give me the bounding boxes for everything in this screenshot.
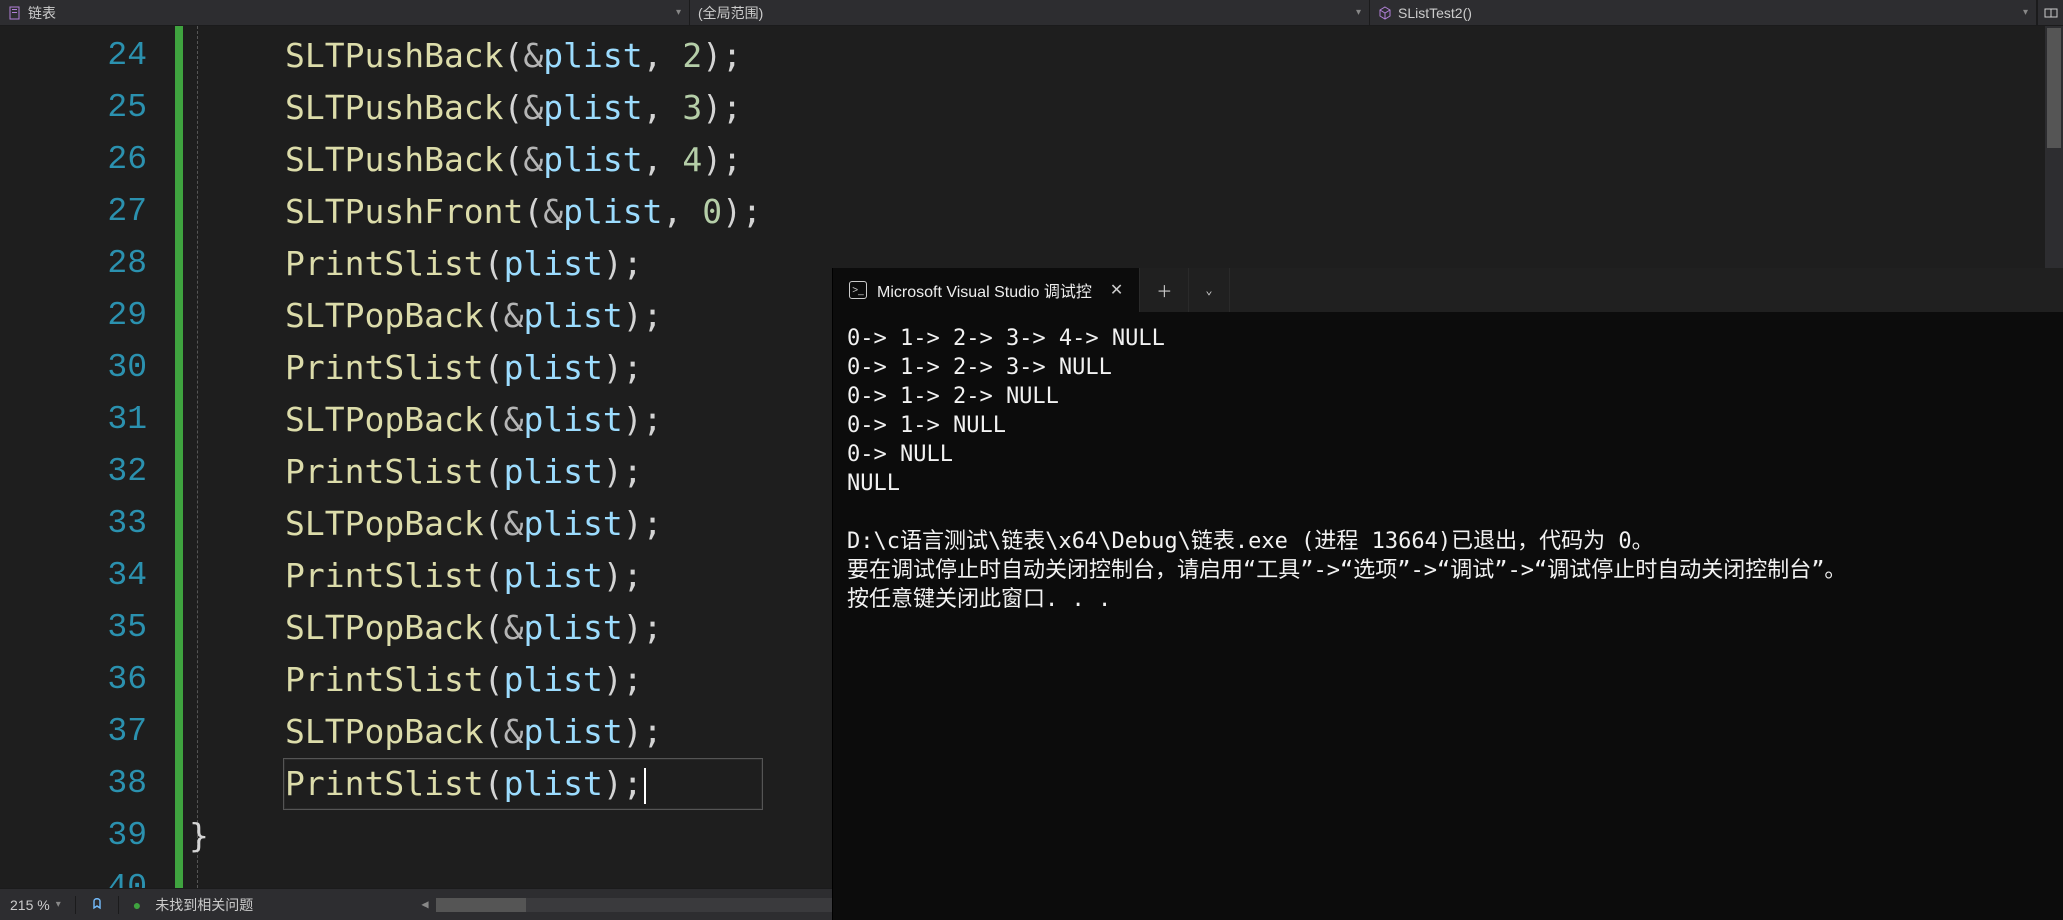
- console-tab-bar: >_ Microsoft Visual Studio 调试控 ✕ ＋ ⌄: [833, 268, 2063, 312]
- chevron-down-icon: ▾: [1356, 7, 1361, 18]
- code-line[interactable]: SLTPushFront(&plist, 0);: [285, 186, 2063, 238]
- chevron-down-icon: ▾: [676, 7, 681, 18]
- line-number: 33: [0, 498, 147, 550]
- line-number: 37: [0, 706, 147, 758]
- line-number: 24: [0, 30, 147, 82]
- line-number: 34: [0, 550, 147, 602]
- scrollbar-track[interactable]: [436, 898, 832, 912]
- terminal-icon: >_: [849, 281, 867, 299]
- breadcrumb-file-label: 链表: [28, 3, 56, 23]
- line-number: 26: [0, 134, 147, 186]
- file-icon: [8, 6, 22, 20]
- debug-console-window: >_ Microsoft Visual Studio 调试控 ✕ ＋ ⌄ 0->…: [832, 268, 2063, 920]
- line-number: 36: [0, 654, 147, 706]
- change-indicator: [175, 26, 185, 888]
- horizontal-scrollbar[interactable]: ◀: [414, 888, 832, 920]
- code-line[interactable]: SLTPushBack(&plist, 3);: [285, 82, 2063, 134]
- line-number: 38: [0, 758, 147, 810]
- breadcrumb-function[interactable]: SListTest2() ▾: [1370, 0, 2037, 25]
- chevron-down-icon: ▾: [56, 899, 61, 910]
- scrollbar-thumb[interactable]: [2047, 28, 2061, 148]
- line-number: 27: [0, 186, 147, 238]
- current-line-highlight: [283, 758, 763, 810]
- line-number: 39: [0, 810, 147, 862]
- scroll-left-arrow[interactable]: ◀: [414, 897, 436, 912]
- code-line[interactable]: SLTPushBack(&plist, 2);: [285, 30, 2063, 82]
- indent-guides: [185, 26, 235, 888]
- chevron-down-icon: ▾: [2023, 7, 2028, 18]
- breadcrumb-scope-label: (全局范围): [698, 3, 763, 23]
- line-number-gutter: 2425262728293031323334353637383940: [0, 26, 175, 888]
- status-ok-icon: ●: [133, 897, 141, 913]
- scrollbar-thumb[interactable]: [436, 898, 526, 912]
- line-number: 30: [0, 342, 147, 394]
- split-editor-button[interactable]: [2037, 0, 2063, 25]
- console-tab-title: Microsoft Visual Studio 调试控: [877, 278, 1092, 302]
- breadcrumb-scope[interactable]: (全局范围) ▾: [690, 0, 1370, 25]
- line-number: 29: [0, 290, 147, 342]
- zoom-level[interactable]: 215 %: [10, 897, 50, 913]
- issues-label[interactable]: 未找到相关问题: [155, 895, 253, 915]
- line-number: 32: [0, 446, 147, 498]
- code-line[interactable]: SLTPushBack(&plist, 4);: [285, 134, 2063, 186]
- breadcrumb-function-label: SListTest2(): [1398, 5, 1472, 21]
- line-number: 31: [0, 394, 147, 446]
- breadcrumb-file[interactable]: 链表 ▾: [0, 0, 690, 25]
- close-icon[interactable]: ✕: [1110, 280, 1123, 300]
- bookmark-icon[interactable]: [90, 895, 104, 914]
- console-output[interactable]: 0-> 1-> 2-> 3-> 4-> NULL 0-> 1-> 2-> 3->…: [833, 312, 2063, 920]
- new-tab-button[interactable]: ＋: [1140, 268, 1189, 312]
- line-number: 28: [0, 238, 147, 290]
- method-icon: [1378, 6, 1392, 20]
- line-number: 35: [0, 602, 147, 654]
- line-number: 25: [0, 82, 147, 134]
- breadcrumb-bar: 链表 ▾ (全局范围) ▾ SListTest2() ▾: [0, 0, 2063, 26]
- tab-dropdown-button[interactable]: ⌄: [1189, 268, 1229, 312]
- console-tab[interactable]: >_ Microsoft Visual Studio 调试控 ✕: [833, 268, 1140, 312]
